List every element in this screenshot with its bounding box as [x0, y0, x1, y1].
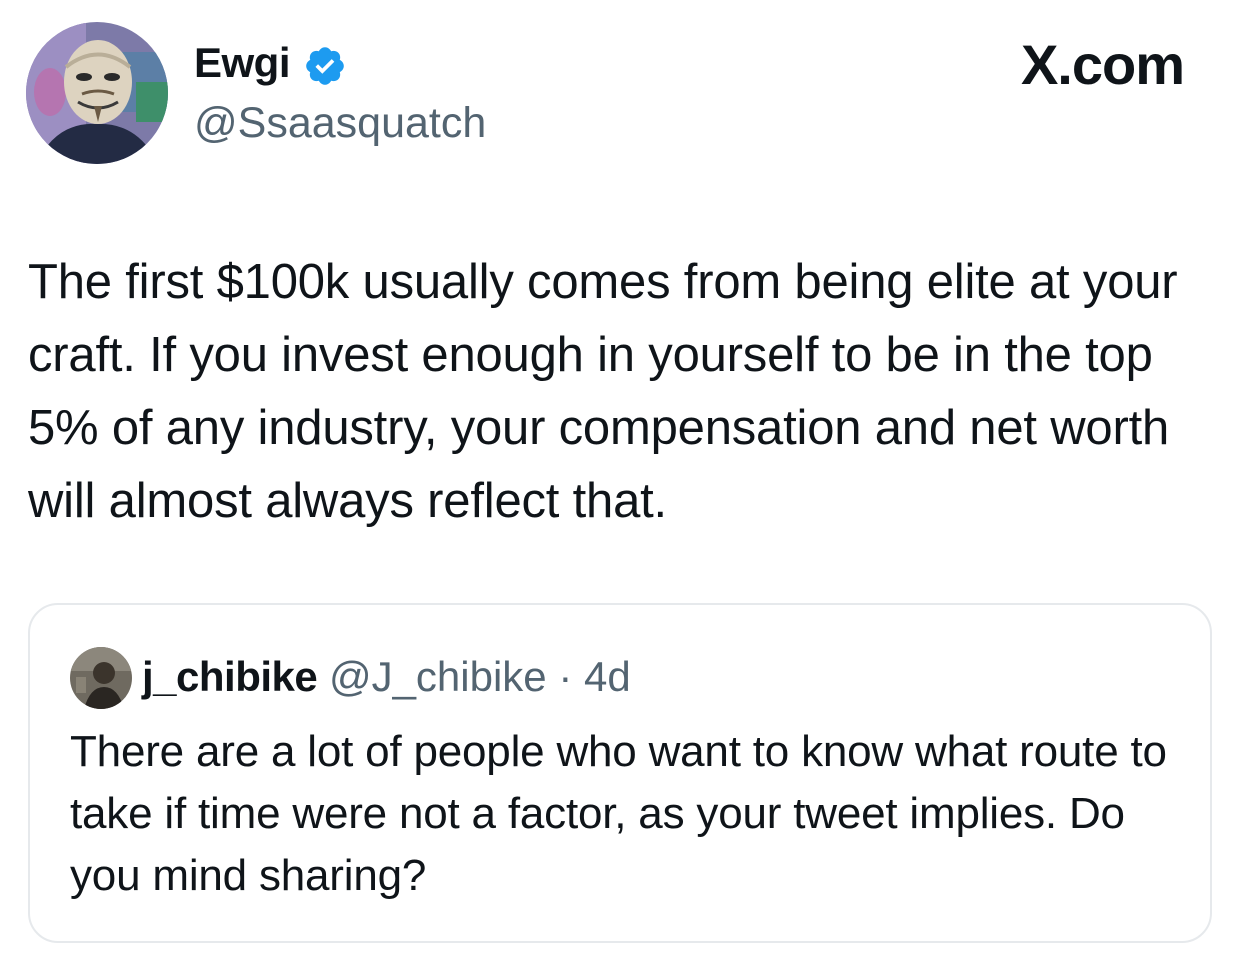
quoted-tweet-text: There are a lot of people who want to kn… [70, 727, 1167, 900]
quoted-author-avatar[interactable] [70, 647, 132, 709]
quoted-timestamp[interactable]: 4d [584, 653, 631, 700]
user-photo-avatar-icon [70, 647, 132, 709]
quoted-separator: · [546, 653, 584, 700]
verified-badge-icon [306, 47, 344, 85]
quoted-tweet-header: j_chibike @J_chibike · 4d [142, 649, 631, 705]
author-avatar[interactable] [26, 22, 168, 164]
masked-avatar-icon [26, 22, 168, 164]
quoted-author-name[interactable]: j_chibike [142, 653, 318, 700]
quoted-author-handle[interactable]: @J_chibike [329, 653, 547, 700]
quoted-tweet-card[interactable]: j_chibike @J_chibike · 4d There are a lo… [28, 603, 1212, 943]
x-logo: X.com [1020, 33, 1185, 96]
author-handle[interactable]: @Ssaasquatch [194, 96, 486, 150]
author-display-name[interactable]: Ewgi [194, 38, 291, 88]
tweet-text: The first $100k usually comes from being… [28, 255, 1178, 528]
